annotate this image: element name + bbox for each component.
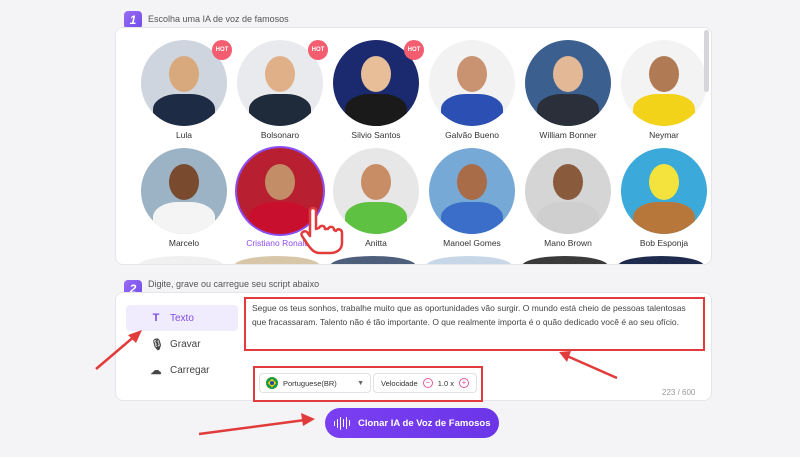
voice-card[interactable]: Bob Esponja — [618, 148, 710, 248]
avatar-face — [361, 56, 391, 92]
clone-button-label: Clonar IA de Voz de Famosos — [358, 417, 491, 429]
voice-avatar — [525, 40, 611, 126]
input-mode-tabs: T Texto 🎙 Gravar ☁ Carregar — [126, 305, 238, 383]
hot-badge: HOT — [212, 40, 232, 60]
avatar-figure — [153, 94, 215, 126]
avatar-face — [457, 164, 487, 200]
voice-card[interactable]: Anitta — [330, 148, 422, 248]
voice-name: Bob Esponja — [639, 238, 689, 248]
avatar-face — [265, 56, 295, 92]
voice-list-scrollbar[interactable] — [704, 30, 709, 92]
voice-grid: HOT Lula HOT Bolsonaro HOT Silvio Santos Galvã… — [116, 28, 707, 264]
avatar-face — [169, 164, 199, 200]
voice-name: Manoel Gomes — [443, 238, 501, 248]
avatar-face — [265, 164, 295, 200]
hot-badge: HOT — [404, 40, 424, 60]
annotation-arrow-to-button — [198, 413, 315, 436]
tab-label: Gravar — [170, 338, 201, 350]
tab-gravar[interactable]: 🎙 Gravar — [126, 331, 238, 357]
tab-label: Texto — [170, 312, 194, 324]
voice-card[interactable]: Mano Brown — [522, 148, 614, 248]
step-1-title: Escolha uma IA de voz de famosos — [148, 14, 289, 24]
voice-name: Neymar — [649, 130, 679, 140]
avatar-figure — [633, 202, 695, 234]
speed-value: 1.0 x — [437, 378, 454, 388]
voice-selection-panel: HOT Lula HOT Bolsonaro HOT Silvio Santos Galvã… — [115, 27, 712, 265]
language-value: Portuguese(BR) — [283, 378, 337, 388]
speed-label: Velocidade — [381, 378, 418, 388]
avatar-figure — [633, 94, 695, 126]
voice-card[interactable]: Neymar — [618, 40, 710, 140]
voice-name: Lula — [175, 130, 193, 140]
voice-card[interactable]: Cristiano Ronaldo — [234, 148, 326, 248]
avatar-figure — [537, 202, 599, 234]
step-2-title: Digite, grave ou carregue seu script aba… — [148, 279, 320, 289]
tab-carregar[interactable]: ☁ Carregar — [126, 357, 238, 383]
avatar-face — [361, 164, 391, 200]
avatar-figure — [345, 202, 407, 234]
voice-avatar — [429, 148, 515, 234]
avatar-figure — [537, 94, 599, 126]
avatar-face — [169, 56, 199, 92]
voice-name: Anitta — [365, 238, 387, 248]
avatar-figure — [441, 94, 503, 126]
language-select[interactable]: Portuguese(BR) ▼ — [259, 373, 371, 393]
microphone-icon: 🎙 — [150, 338, 164, 351]
avatar-face — [649, 56, 679, 92]
voice-card[interactable]: Manoel Gomes — [426, 148, 518, 248]
voice-name: Marcelo — [168, 238, 200, 248]
avatar-face — [553, 56, 583, 92]
voice-avatar — [621, 40, 707, 126]
avatar-face — [553, 164, 583, 200]
voice-card[interactable]: HOT Bolsonaro — [234, 40, 328, 140]
voice-avatar — [141, 148, 227, 234]
cloud-upload-icon: ☁ — [150, 364, 162, 377]
tab-texto[interactable]: T Texto — [126, 305, 238, 331]
voice-name: William Bonner — [539, 130, 597, 140]
voice-card[interactable]: William Bonner — [522, 40, 614, 140]
voice-avatar — [333, 148, 419, 234]
voice-name: Mano Brown — [544, 238, 592, 248]
avatar-face — [649, 164, 679, 200]
speed-increase-button[interactable]: + — [458, 378, 469, 388]
voice-name: Cristiano Ronaldo — [246, 238, 314, 248]
avatar-figure — [249, 202, 311, 234]
hot-badge: HOT — [308, 40, 328, 60]
avatar-figure — [345, 94, 407, 126]
avatar-figure — [153, 202, 215, 234]
voice-avatar — [525, 148, 611, 234]
brazil-flag-icon — [266, 377, 278, 389]
voice-name: Galvão Bueno — [445, 130, 499, 140]
text-icon: T — [152, 312, 160, 324]
voice-card[interactable]: HOT Lula — [138, 40, 232, 140]
voice-avatar — [621, 148, 707, 234]
voice-name: Silvio Santos — [351, 130, 401, 140]
soundwave-icon — [333, 416, 350, 430]
voice-avatar — [429, 40, 515, 126]
script-textarea[interactable]: Segue os teus sonhos, trabalhe muito que… — [244, 297, 705, 351]
chevron-down-icon: ▼ — [357, 379, 364, 387]
voice-card[interactable]: HOT Silvio Santos — [330, 40, 424, 140]
voice-card[interactable]: Marcelo — [138, 148, 230, 248]
avatar-face — [457, 56, 487, 92]
speed-control: Velocidade − 1.0 x + — [373, 373, 477, 393]
avatar-figure — [249, 94, 311, 126]
avatar-figure — [441, 202, 503, 234]
voice-name: Bolsonaro — [260, 130, 300, 140]
character-counter: 223 / 600 — [662, 388, 696, 397]
clone-voice-button[interactable]: Clonar IA de Voz de Famosos — [325, 408, 499, 438]
voice-avatar — [237, 148, 323, 234]
tab-label: Carregar — [170, 364, 210, 376]
voice-card[interactable]: Galvão Bueno — [426, 40, 518, 140]
speed-decrease-button[interactable]: − — [422, 378, 433, 388]
